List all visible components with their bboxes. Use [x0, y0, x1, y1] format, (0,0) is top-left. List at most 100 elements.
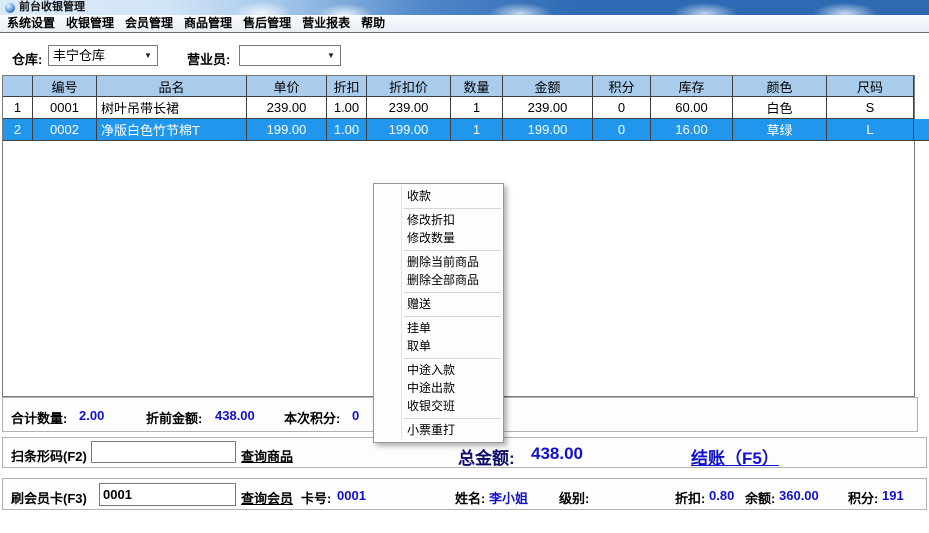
- cell-discount: 1.00: [327, 119, 367, 140]
- chevron-down-icon[interactable]: ▼: [141, 46, 155, 65]
- card-no-value: 0001: [337, 488, 366, 503]
- menu-item-product-management[interactable]: 商品管理: [181, 15, 235, 32]
- context-menu-item-delete-current-item[interactable]: 删除当前商品: [374, 253, 503, 271]
- cell-price: 239.00: [247, 97, 327, 118]
- context-menu-item-reprint-receipt[interactable]: 小票重打: [374, 421, 503, 439]
- barcode-input[interactable]: [91, 441, 236, 463]
- table-row-selected[interactable]: 2 0002 净版白色竹节棉T 199.00 1.00 199.00 1 199…: [3, 119, 929, 141]
- header-cell-discount: 折扣: [327, 76, 367, 96]
- header-cell-color: 颜色: [733, 76, 827, 96]
- member-points-label: 积分:: [848, 488, 878, 507]
- card-no-label: 卡号:: [301, 488, 331, 507]
- member-name-value: 李小姐: [489, 488, 528, 507]
- session-points-label: 本次积分:: [284, 408, 340, 427]
- member-level-label: 级别:: [559, 488, 589, 507]
- header-cell-code: 编号: [33, 76, 97, 96]
- title-bar: 前台收银管理: [0, 0, 929, 15]
- cell-name: 净版白色竹节棉T: [97, 119, 247, 140]
- warehouse-select[interactable]: 丰宁仓库 ▼: [48, 45, 158, 66]
- cell-code: 0002: [33, 119, 97, 140]
- cell-name: 树叶吊带长裙: [97, 97, 247, 118]
- cell-code: 0001: [33, 97, 97, 118]
- cell-size: L: [827, 119, 914, 140]
- cell-discount-price: 199.00: [367, 119, 451, 140]
- cell-discount: 1.00: [327, 97, 367, 118]
- context-menu-item-retrieve-order[interactable]: 取单: [374, 337, 503, 355]
- member-balance-value: 360.00: [779, 488, 819, 503]
- query-member-link[interactable]: 查询会员: [241, 488, 293, 507]
- context-menu-item-cash-in[interactable]: 中途入款: [374, 361, 503, 379]
- barcode-label: 扫条形码(F2): [11, 446, 87, 465]
- cell-stock: 16.00: [651, 119, 733, 140]
- header-cell-rownum: [3, 76, 33, 96]
- cell-qty: 1: [451, 119, 503, 140]
- header-cell-discount-price: 折扣价: [367, 76, 451, 96]
- cell-amount: 199.00: [503, 119, 593, 140]
- member-balance-label: 余额:: [745, 488, 775, 507]
- total-amount-label: 总金额:: [458, 444, 515, 469]
- cell-price: 199.00: [247, 119, 327, 140]
- menu-separator: [404, 418, 501, 419]
- header-cell-size: 尺码: [827, 76, 914, 96]
- menu-separator: [404, 292, 501, 293]
- member-name-label: 姓名:: [455, 488, 485, 507]
- menu-separator: [404, 250, 501, 251]
- chevron-down-icon[interactable]: ▼: [324, 46, 338, 65]
- session-points-value: 0: [352, 408, 359, 423]
- menu-separator: [404, 316, 501, 317]
- context-menu-item-gift[interactable]: 赠送: [374, 295, 503, 313]
- context-menu-item-delete-all-items[interactable]: 删除全部商品: [374, 271, 503, 289]
- cell-stock: 60.00: [651, 97, 733, 118]
- menu-separator: [404, 208, 501, 209]
- menu-item-member-management[interactable]: 会员管理: [122, 15, 176, 32]
- total-qty-value: 2.00: [79, 408, 104, 423]
- pre-discount-value: 438.00: [215, 408, 255, 423]
- app-icon: [5, 3, 15, 13]
- warehouse-label: 仓库:: [12, 49, 42, 68]
- pre-discount-label: 折前金额:: [146, 408, 202, 427]
- menu-item-after-sales-management[interactable]: 售后管理: [240, 15, 294, 32]
- member-discount-value: 0.80: [709, 488, 734, 503]
- header-cell-stock: 库存: [651, 76, 733, 96]
- cell-rownum: 1: [3, 97, 33, 118]
- context-menu-item-edit-discount[interactable]: 修改折扣: [374, 211, 503, 229]
- member-card-input[interactable]: [99, 483, 236, 506]
- cell-qty: 1: [451, 97, 503, 118]
- table-header-row: 编号 品名 单价 折扣 折扣价 数量 金额 积分 库存 颜色 尺码: [3, 76, 914, 97]
- query-product-link[interactable]: 查询商品: [241, 446, 293, 465]
- header-cell-price: 单价: [247, 76, 327, 96]
- menu-bar: 系统设置 收银管理 会员管理 商品管理 售后管理 营业报表 帮助: [0, 15, 929, 33]
- cell-rownum: 2: [3, 119, 33, 140]
- cell-color: 白色: [733, 97, 827, 118]
- table-row[interactable]: 1 0001 树叶吊带长裙 239.00 1.00 239.00 1 239.0…: [3, 97, 914, 119]
- menu-item-system-settings[interactable]: 系统设置: [4, 15, 58, 32]
- context-menu-item-receive-payment[interactable]: 收款: [374, 187, 503, 205]
- clerk-label: 营业员:: [187, 49, 230, 68]
- member-card-label: 刷会员卡(F3): [11, 488, 87, 507]
- context-menu-item-edit-quantity[interactable]: 修改数量: [374, 229, 503, 247]
- context-menu-item-hold-order[interactable]: 挂单: [374, 319, 503, 337]
- cell-points: 0: [593, 97, 651, 118]
- menu-item-help[interactable]: 帮助: [358, 15, 388, 32]
- settle-f5-link[interactable]: 结账（F5）: [691, 444, 779, 469]
- member-discount-label: 折扣:: [675, 488, 705, 507]
- member-panel: 刷会员卡(F3) 查询会员 卡号: 0001 姓名: 李小姐 级别: 折扣: 0…: [2, 478, 927, 510]
- cell-size: S: [827, 97, 914, 118]
- header-cell-points: 积分: [593, 76, 651, 96]
- warehouse-selected-value: 丰宁仓库: [53, 48, 105, 63]
- cell-amount: 239.00: [503, 97, 593, 118]
- menu-item-cashier-management[interactable]: 收银管理: [63, 15, 117, 32]
- total-amount-value: 438.00: [531, 444, 583, 464]
- cell-color: 草绿: [733, 119, 827, 140]
- menu-separator: [404, 358, 501, 359]
- menu-item-business-reports[interactable]: 营业报表: [299, 15, 353, 32]
- cell-discount-price: 239.00: [367, 97, 451, 118]
- context-menu-item-cash-out[interactable]: 中途出款: [374, 379, 503, 397]
- window-title: 前台收银管理: [19, 0, 85, 15]
- header-cell-name: 品名: [97, 76, 247, 96]
- header-cell-amount: 金额: [503, 76, 593, 96]
- context-menu-item-shift-change[interactable]: 收银交班: [374, 397, 503, 415]
- total-qty-label: 合计数量:: [11, 408, 67, 427]
- clerk-select[interactable]: ▼: [239, 45, 341, 66]
- cell-points: 0: [593, 119, 651, 140]
